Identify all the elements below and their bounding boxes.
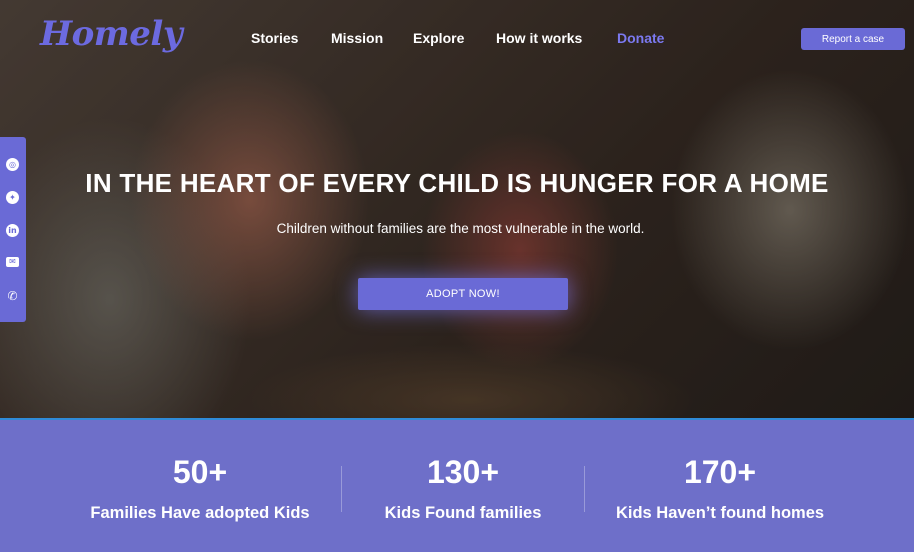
stat-value: 130+ (426, 454, 500, 490)
nav-item-donate[interactable]: Donate (617, 30, 664, 46)
stat-value: 50+ (172, 454, 228, 490)
adopt-now-button[interactable]: ADOPT NOW! (358, 278, 568, 310)
report-case-button[interactable]: Report a case (801, 28, 905, 50)
mail-icon[interactable]: ✉ (6, 257, 19, 267)
hero-section: Homely Stories Mission Explore How it wo… (0, 0, 914, 418)
stat-label: Kids Found families (384, 504, 542, 522)
hero-subline: Children without families are the most v… (276, 221, 645, 236)
hero-background-image (0, 0, 914, 418)
nav-item-how-it-works[interactable]: How it works (496, 30, 582, 46)
stat-divider (584, 466, 585, 512)
phone-icon[interactable]: ✆ (6, 290, 19, 303)
nav-item-stories[interactable]: Stories (251, 30, 298, 46)
stat-label: Families Have adopted Kids (90, 504, 310, 522)
stats-section: 50+ Families Have adopted Kids 130+ Kids… (0, 418, 914, 552)
main-nav: Stories Mission Explore How it works Don… (0, 30, 914, 50)
hero-headline: IN THE HEART OF EVERY CHILD IS HUNGER FO… (85, 168, 829, 198)
stat-value: 170+ (683, 454, 757, 490)
nav-item-mission[interactable]: Mission (331, 30, 383, 46)
nav-item-explore[interactable]: Explore (413, 30, 464, 46)
stat-label: Kids Haven’t found homes (615, 504, 825, 522)
